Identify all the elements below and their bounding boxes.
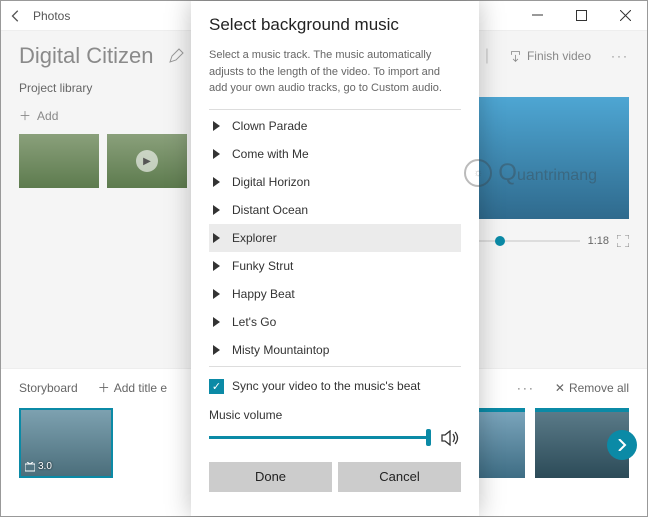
play-icon xyxy=(213,177,220,187)
fullscreen-icon[interactable] xyxy=(617,235,629,247)
play-icon xyxy=(213,121,220,131)
library-thumb[interactable]: ▶ xyxy=(107,134,187,188)
track-row[interactable]: Clown Parade xyxy=(209,112,461,140)
track-name: Explorer xyxy=(232,231,277,245)
play-icon: ▶ xyxy=(136,150,158,172)
done-button[interactable]: Done xyxy=(209,462,332,492)
sync-checkbox-row[interactable]: ✓ Sync your video to the music's beat xyxy=(209,379,461,394)
track-row[interactable]: Explorer xyxy=(209,224,461,252)
edit-icon[interactable] xyxy=(168,48,184,64)
remove-all-button[interactable]: ✕Remove all xyxy=(555,381,629,395)
volume-label: Music volume xyxy=(209,408,461,422)
track-row[interactable]: Happy Beat xyxy=(209,280,461,308)
background-music-dialog: Select background music Select a music t… xyxy=(191,1,479,516)
timeline-time: 1:18 xyxy=(588,235,609,247)
track-name: Distant Ocean xyxy=(232,203,308,217)
speaker-icon[interactable] xyxy=(441,430,461,446)
dialog-description: Select a music track. The music automati… xyxy=(209,47,461,97)
add-title-button[interactable]: ＋Add title e xyxy=(98,379,167,396)
more-button[interactable]: ··· xyxy=(611,49,629,63)
cancel-button[interactable]: Cancel xyxy=(338,462,461,492)
storyboard-clip[interactable]: 3.0 xyxy=(19,408,113,478)
volume-row: Music volume xyxy=(209,408,461,446)
maximize-button[interactable] xyxy=(559,1,603,31)
play-icon xyxy=(213,205,220,215)
track-name: Misty Mountaintop xyxy=(232,343,329,357)
close-button[interactable] xyxy=(603,1,647,31)
track-row[interactable]: Funky Strut xyxy=(209,252,461,280)
storyboard-more[interactable]: ··· xyxy=(517,381,535,395)
track-row[interactable]: Come with Me xyxy=(209,140,461,168)
play-icon xyxy=(213,345,220,355)
window-title: Photos xyxy=(33,9,70,23)
track-list: Clown Parade Come with Me Digital Horizon D… xyxy=(209,112,461,364)
track-row[interactable]: Misty Mountaintop xyxy=(209,336,461,364)
volume-slider[interactable] xyxy=(209,436,431,439)
plus-icon: ＋ xyxy=(19,107,31,124)
finish-video-button[interactable]: Finish video xyxy=(509,49,591,63)
play-icon xyxy=(213,289,220,299)
track-name: Clown Parade xyxy=(232,119,307,133)
minimize-button[interactable] xyxy=(515,1,559,31)
track-row[interactable]: Distant Ocean xyxy=(209,196,461,224)
project-title: Digital Citizen xyxy=(19,43,154,69)
track-name: Happy Beat xyxy=(232,287,295,301)
play-icon xyxy=(213,261,220,271)
track-name: Let's Go xyxy=(232,315,276,329)
checkbox-icon: ✓ xyxy=(209,379,224,394)
play-icon xyxy=(213,317,220,327)
track-name: Digital Horizon xyxy=(232,175,310,189)
next-button[interactable] xyxy=(607,430,637,460)
play-icon xyxy=(213,233,220,243)
storyboard-title: Storyboard xyxy=(19,381,78,395)
dialog-title: Select background music xyxy=(209,15,461,35)
preview-panel: 1:18 xyxy=(459,97,629,247)
preview-frame[interactable] xyxy=(459,97,629,219)
track-row[interactable]: Digital Horizon xyxy=(209,168,461,196)
library-thumb[interactable] xyxy=(19,134,99,188)
track-row[interactable]: Let's Go xyxy=(209,308,461,336)
track-name: Funky Strut xyxy=(232,259,293,273)
play-icon xyxy=(213,149,220,159)
back-button[interactable] xyxy=(9,9,23,23)
track-name: Come with Me xyxy=(232,147,309,161)
